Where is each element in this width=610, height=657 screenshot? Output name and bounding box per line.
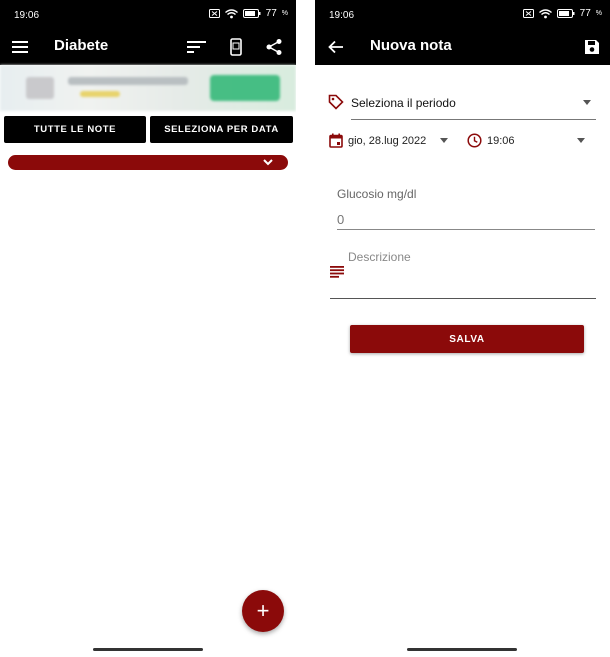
time-value: 19:06 xyxy=(487,135,515,147)
select-by-date-button[interactable]: SELEZIONA PER DATA xyxy=(150,116,293,143)
app-bar: Nuova nota xyxy=(315,28,610,65)
status-time: 19:06 xyxy=(14,10,40,21)
sim-off-icon xyxy=(208,9,220,18)
time-picker[interactable]: 19:06 xyxy=(487,134,587,148)
menu-icon[interactable] xyxy=(10,36,32,58)
back-arrow-icon[interactable] xyxy=(325,36,347,58)
ad-banner[interactable] xyxy=(0,65,296,111)
battery-level: 77 xyxy=(579,8,591,19)
screen-new-note: 19:06 77% Nuova nota Seleziona il period… xyxy=(315,0,610,657)
page-title: Diabete xyxy=(54,37,109,54)
battery-icon xyxy=(556,9,575,18)
battery-icon xyxy=(242,9,261,18)
share-icon[interactable] xyxy=(263,36,285,58)
period-select[interactable]: Seleziona il periodo xyxy=(351,94,597,112)
status-bar: 19:06 77% xyxy=(315,0,610,28)
period-value: Seleziona il periodo xyxy=(351,96,456,110)
dropdown-arrow-icon xyxy=(583,100,591,105)
gesture-bar xyxy=(93,648,203,651)
status-bar: 19:06 77% xyxy=(0,0,296,28)
clock-icon xyxy=(467,133,482,148)
wifi-icon xyxy=(538,8,552,18)
date-picker[interactable]: gio, 28.lug 2022 xyxy=(348,134,448,148)
date-value: gio, 28.lug 2022 xyxy=(348,135,427,147)
battery-level: 77 xyxy=(265,8,277,19)
chevron-down-icon xyxy=(263,159,273,166)
sort-icon[interactable] xyxy=(186,36,208,58)
tag-icon xyxy=(328,94,344,110)
calendar-icon xyxy=(329,133,343,148)
app-root: 19:06 77% Diabete TUTTE LE NOTE SELEZION… xyxy=(0,0,610,657)
glucose-input[interactable] xyxy=(337,209,595,229)
wifi-icon xyxy=(224,8,238,18)
status-time: 19:06 xyxy=(329,10,355,21)
date-dropdown-arrow-icon xyxy=(440,138,448,143)
time-dropdown-arrow-icon xyxy=(577,138,585,143)
all-notes-button[interactable]: TUTTE LE NOTE xyxy=(4,116,146,143)
save-disk-icon[interactable] xyxy=(581,36,603,58)
app-bar: Diabete xyxy=(0,28,296,65)
sim-off-icon xyxy=(522,9,534,18)
save-button[interactable]: SALVA xyxy=(350,325,584,353)
glucose-label: Glucosio mg/dl xyxy=(337,187,417,201)
gesture-bar xyxy=(407,648,517,651)
phone-icon[interactable] xyxy=(225,36,247,58)
description-input[interactable] xyxy=(330,246,596,298)
page-title: Nuova nota xyxy=(370,37,452,54)
screen-notes-list: 19:06 77% Diabete TUTTE LE NOTE SELEZION… xyxy=(0,0,296,657)
collapsible-bar[interactable] xyxy=(8,155,288,170)
add-note-button[interactable]: + xyxy=(242,590,284,632)
